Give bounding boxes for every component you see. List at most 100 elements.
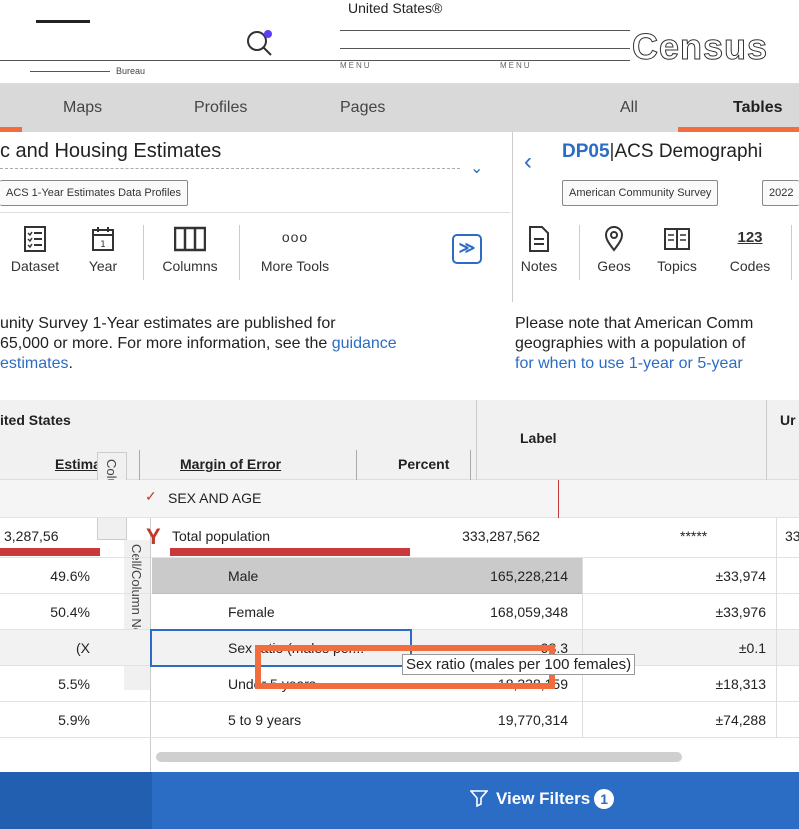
columns-icon [174,226,206,252]
tool-label: Topics [657,258,697,274]
para-line: . [68,355,73,372]
para-line: unity Survey 1-Year estimates are publis… [0,315,336,332]
cell-left: 50.4% [50,604,90,620]
tool-label: Geos [597,258,631,274]
dataset-tag[interactable]: ACS 1-Year Estimates Data Profiles [0,180,189,206]
bottom-bar: View Filters 1 [0,772,799,829]
estimates-link[interactable]: estimates [0,355,68,372]
cell-left: 5.5% [58,676,90,692]
table-row[interactable]: 50.4% Female 168,059,348 ±33,976 [0,594,799,630]
tool-notes[interactable]: Notes [515,226,563,274]
geo-header: ited States [0,412,71,428]
row-label: Female [228,604,275,620]
cell-value: 168,059,348 [490,604,568,620]
tool-topics[interactable]: Topics [652,226,702,274]
search-icon[interactable] [244,28,274,58]
moe-header[interactable]: Margin of Error [180,456,281,472]
chevron-down-icon[interactable]: ✓ [145,488,157,505]
para-line: Please note that American Comm [515,315,754,332]
guidance-link[interactable]: guidance [332,335,397,352]
tool-label: More Tools [260,258,330,274]
codes-icon: 123 [737,229,763,246]
tool-label: Codes [729,258,771,274]
bottom-bar-left [0,772,152,829]
tab-maps[interactable]: Maps [63,99,102,117]
hamburger-menu-icon[interactable] [36,20,90,23]
collapse-toolbar-button[interactable]: ≫ [452,234,482,264]
cell-moe: ±33,974 [715,568,766,584]
title-underline [0,168,460,169]
section-label: SEX AND AGE [168,490,262,506]
tab-all[interactable]: All [620,99,638,117]
guidance-link-right[interactable]: for when to use 1-year or 5-year [515,354,753,374]
tool-more-tools[interactable]: ooo More Tools [250,226,340,274]
table-title: c and Housing Estimates [0,140,222,162]
cell-right: 33 [785,528,799,544]
filter-icon: Y [146,524,161,549]
info-paragraph-right: Please note that American Comm geographi… [515,314,753,374]
census-logo[interactable]: Census [631,26,768,68]
label-header[interactable]: Label [520,430,557,446]
more-icon: ooo [281,229,309,245]
cell-left: 3,287,56 [4,528,59,544]
cell-value: 333,287,562 [462,528,540,544]
brand-subtitle: Bureau [30,66,145,76]
tab-profiles[interactable]: Profiles [194,99,247,117]
tab-strip: Maps Profiles Pages All Tables [0,84,799,132]
row-label: 5 to 9 years [228,712,302,728]
table-id[interactable]: DP05 [562,141,610,162]
tab-pages[interactable]: Pages [340,99,385,117]
tool-label: Columns [162,258,218,274]
view-filters-button[interactable]: View Filters 1 [469,789,615,809]
tool-columns[interactable]: Columns [150,226,230,274]
cell-moe: ±33,976 [715,604,766,620]
menu-label-2: MENU [500,61,532,70]
year-tag[interactable]: 2022 [762,180,799,206]
filter-icon [469,790,489,808]
table-row[interactable]: 3,287,56 Y Total population 333,287,562 … [0,518,799,558]
horizontal-scrollbar[interactable] [156,752,682,762]
book-icon [664,228,690,250]
tab-active-indicator [678,127,799,132]
tool-codes[interactable]: 123 Codes [722,226,778,274]
menu-label[interactable]: MENU [340,61,372,70]
cell-moe: ***** [680,528,708,544]
para-line: 65,000 or more. For more information, se… [0,335,332,352]
para-line: geographies with a population of [515,335,746,352]
tool-label: Notes [520,258,558,274]
table-row[interactable]: 49.6% Male 165,228,214 ±33,974 [0,558,799,594]
site-header: Bureau United States® MENU MENU Census [0,0,799,84]
cell-moe: ±0.1 [738,640,766,656]
filter-count-badge: 1 [594,789,615,809]
cell-value: 19,770,314 [497,712,568,728]
cell-left: (X [76,640,90,656]
row-label: Male [228,568,259,584]
cell-left: 49.6% [50,568,90,584]
notes-icon [529,226,549,252]
cell-moe: ±18,313 [715,676,766,692]
tab-active-indicator-left [0,127,22,132]
tool-geos[interactable]: Geos [590,226,638,274]
location-pin-icon [604,226,624,252]
tooltip: Sex ratio (males per 100 females) [402,654,636,675]
tool-label: Year [88,258,118,274]
cell-value: 165,228,214 [490,568,568,584]
table-row[interactable]: 5.9% 5 to 9 years 19,770,314 ±74,288 [0,702,799,738]
chevron-down-icon[interactable]: ⌄ [470,158,483,178]
section-row[interactable]: ✓ SEX AND AGE [0,480,799,518]
view-filters-label: View Filters [496,789,591,808]
tool-dataset[interactable]: Dataset [5,226,65,274]
tab-tables[interactable]: Tables [733,99,783,117]
geo-header-right: Ur [780,412,796,428]
cell-moe: ±74,288 [715,712,766,728]
back-chevron-icon[interactable]: ‹ [524,148,532,176]
calendar-icon: 1 [92,227,114,251]
info-paragraph-left: unity Survey 1-Year estimates are publis… [0,314,397,374]
checklist-icon [24,226,46,252]
percent-header[interactable]: Percent [398,456,449,472]
tool-year[interactable]: 1 Year [80,226,126,274]
survey-tag[interactable]: American Community Survey [562,180,719,206]
svg-text:1: 1 [100,240,106,250]
brand-title: United States® [348,0,443,16]
tool-label: Dataset [10,258,60,274]
